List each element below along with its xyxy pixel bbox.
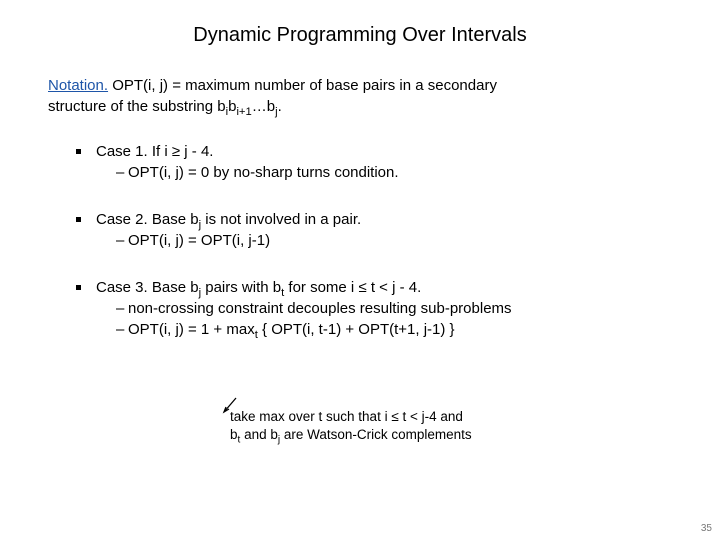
le-symbol: ≤ — [358, 279, 366, 296]
slide-title: Dynamic Programming Over Intervals — [0, 0, 720, 75]
notation-label: Notation. — [48, 77, 108, 94]
case2-head-b: is not involved in a pair. — [201, 211, 361, 228]
case3-line2-b: { OPT(i, t-1) + OPT(t+1, j-1) } — [258, 321, 455, 338]
case-2: Case 2. Base bj is not involved in a pai… — [76, 209, 672, 251]
notation-paragraph: Notation. OPT(i, j) = maximum number of … — [48, 75, 672, 117]
case-list: Case 1. If i ≥ j - 4. OPT(i, j) = 0 by n… — [76, 141, 672, 340]
notation-text-b: structure of the substring b — [48, 98, 226, 115]
case3-head-a: Case 3. Base b — [96, 279, 199, 296]
case3-line1: non-crossing constraint decouples result… — [116, 298, 672, 319]
notation-period: . — [278, 98, 282, 115]
case3-head-b: pairs with b — [201, 279, 281, 296]
case1-line1: OPT(i, j) = 0 by no-sharp turns conditio… — [116, 162, 672, 183]
footnote-l1-a: take max over t such that i — [230, 409, 391, 424]
sub-i1: i+1 — [236, 106, 251, 118]
page-number: 35 — [701, 523, 712, 534]
case1-head-a: Case 1. If i — [96, 143, 172, 160]
case2-sub: OPT(i, j) = OPT(i, j-1) — [116, 230, 672, 251]
case3-line2: OPT(i, j) = 1 + maxt { OPT(i, t-1) + OPT… — [116, 319, 672, 340]
case-1: Case 1. If i ≥ j - 4. OPT(i, j) = 0 by n… — [76, 141, 672, 183]
case1-head-b: j - 4. — [180, 143, 213, 160]
case3-head-d: t < j - 4. — [367, 279, 422, 296]
footnote-l1-b: t < j-4 and — [399, 409, 463, 424]
case3-line2-a: OPT(i, j) = 1 + max — [128, 321, 255, 338]
ge-symbol: ≥ — [172, 143, 180, 160]
case2-line1: OPT(i, j) = OPT(i, j-1) — [116, 230, 672, 251]
case1-sub: OPT(i, j) = 0 by no-sharp turns conditio… — [116, 162, 672, 183]
slide: Dynamic Programming Over Intervals Notat… — [0, 0, 720, 540]
slide-body: Notation. OPT(i, j) = maximum number of … — [0, 75, 720, 340]
case3-sub: non-crossing constraint decouples result… — [116, 298, 672, 340]
footnote-l2-a: b — [230, 427, 238, 442]
case-3: Case 3. Base bj pairs with bt for some i… — [76, 277, 672, 340]
footnote: take max over t such that i ≤ t < j-4 an… — [230, 408, 472, 444]
notation-text-a: OPT(i, j) = maximum number of base pairs… — [112, 77, 497, 94]
case3-head-c: for some i — [284, 279, 358, 296]
footnote-le: ≤ — [391, 409, 398, 424]
notation-dots: …b — [252, 98, 275, 115]
case2-head-a: Case 2. Base b — [96, 211, 199, 228]
footnote-l2-b: and b — [240, 427, 278, 442]
footnote-l2-c: are Watson-Crick complements — [280, 427, 472, 442]
